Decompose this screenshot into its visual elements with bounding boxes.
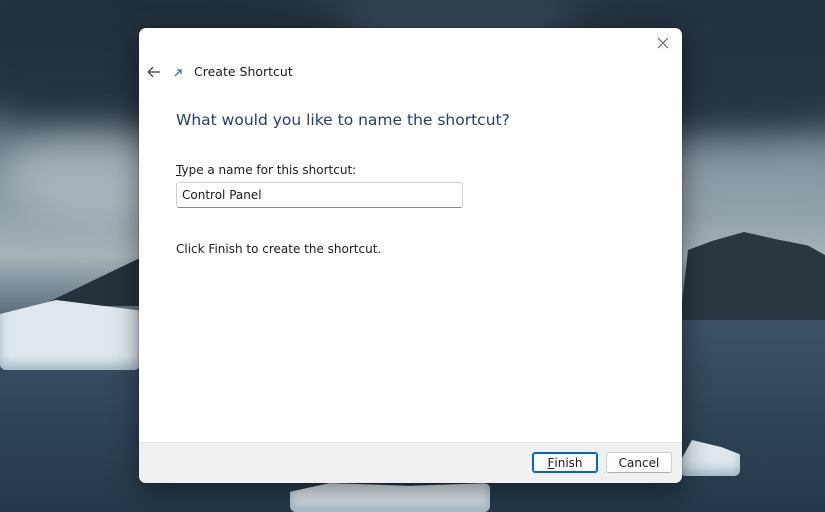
wallpaper-ice (290, 483, 490, 512)
finish-button[interactable]: Finish (532, 452, 598, 473)
back-button[interactable] (143, 61, 165, 83)
wallpaper-mountain (680, 232, 825, 322)
shortcut-arrow-icon (174, 69, 182, 77)
create-shortcut-dialog: Create Shortcut What would you like to n… (139, 28, 682, 483)
access-key: F (547, 455, 555, 470)
close-button[interactable] (648, 30, 678, 56)
button-label: inish (554, 455, 583, 470)
wizard-title: Create Shortcut (194, 64, 293, 79)
page-heading: What would you like to name the shortcut… (176, 111, 510, 129)
label-text: ype a name for this shortcut: (181, 163, 357, 177)
shortcut-name-input[interactable] (176, 182, 463, 208)
wallpaper-ice (0, 300, 140, 370)
back-arrow-icon (147, 66, 160, 78)
shortcut-name-label: Type a name for this shortcut: (176, 163, 356, 177)
cancel-button[interactable]: Cancel (606, 452, 672, 473)
instruction-text: Click Finish to create the shortcut. (176, 242, 382, 256)
button-bar: Finish Cancel (139, 442, 682, 483)
desktop-wallpaper: Create Shortcut What would you like to n… (0, 0, 825, 512)
close-icon (657, 37, 669, 49)
